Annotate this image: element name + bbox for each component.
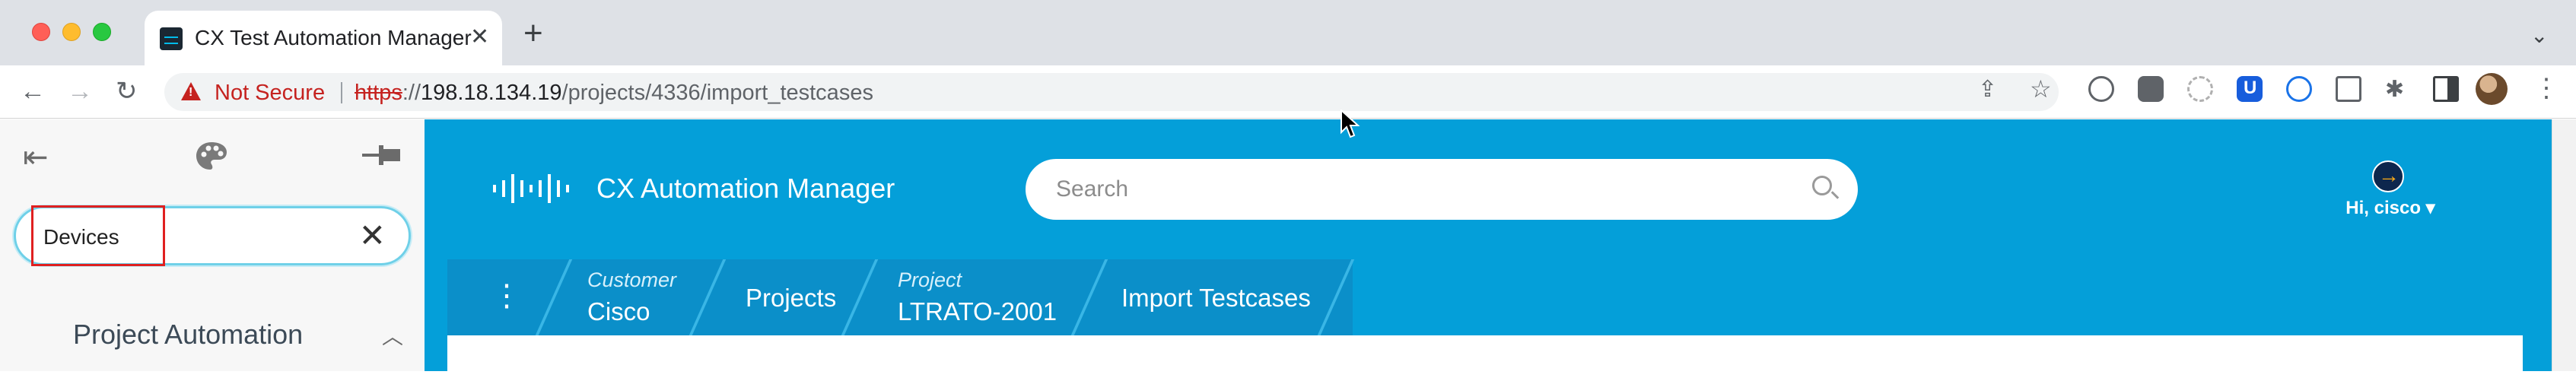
tab-search-chevron-icon[interactable]: ⌄	[2530, 23, 2548, 48]
browser-tab[interactable]: CX Test Automation Manager ✕	[145, 11, 502, 65]
sidebar-section-project-automation[interactable]: Project Automation	[73, 319, 303, 351]
window-zoom-button[interactable]	[93, 23, 111, 41]
breadcrumb-divider	[841, 259, 879, 335]
url-scheme: https	[355, 81, 402, 105]
url-host: 198.18.134.19	[421, 81, 562, 105]
page-scrollbar[interactable]	[2552, 119, 2576, 371]
palette-icon[interactable]	[195, 141, 228, 176]
breadcrumb-project-label: Project	[898, 268, 962, 291]
user-menu[interactable]: Hi, cisco ▾	[2345, 197, 2434, 219]
profile-avatar[interactable]	[2476, 73, 2508, 105]
left-sidebar: ⇤ Devices ✕ Project Automation ︿	[0, 119, 425, 371]
logout-user-icon[interactable]	[2372, 160, 2404, 192]
puzzle-icon[interactable]: ✱	[2385, 76, 2404, 103]
sidebar-search-field[interactable]: Devices ✕	[14, 205, 411, 266]
breadcrumb-customer-label: Customer	[587, 268, 677, 291]
window-minimize-button[interactable]	[62, 23, 81, 41]
app-search-input[interactable]	[1056, 174, 1786, 205]
bitwarden-icon[interactable]	[2237, 76, 2263, 102]
breadcrumb-import-testcases[interactable]: Import Testcases	[1121, 284, 1311, 313]
breadcrumb-projects[interactable]: Projects	[746, 284, 836, 313]
back-button[interactable]: ←	[20, 76, 46, 106]
url-separator: ://	[402, 81, 421, 105]
collapse-sidebar-icon[interactable]: ⇤	[23, 142, 49, 173]
breadcrumb-divider	[1317, 259, 1355, 335]
reload-button[interactable]: ↻	[116, 76, 138, 106]
app-title: CX Automation Manager	[596, 173, 895, 204]
breadcrumb-customer[interactable]: Cisco	[587, 297, 650, 326]
app-search-bar[interactable]	[1026, 159, 1858, 220]
app-header: CX Automation Manager Hi, cisco ▾ ⋮ Cust…	[425, 119, 2552, 381]
screenshot-icon[interactable]	[2336, 76, 2361, 102]
search-icon[interactable]	[1812, 176, 1832, 195]
cisco-logo	[491, 171, 575, 217]
extension-icon[interactable]	[2286, 76, 2312, 102]
warning-icon: !	[181, 82, 201, 100]
cisco-favicon-icon	[160, 27, 183, 50]
tab-close-icon[interactable]: ✕	[470, 24, 489, 50]
extension-icon[interactable]	[2138, 76, 2164, 102]
security-indicator[interactable]: Not Secure	[215, 81, 325, 106]
address-divider	[341, 82, 342, 103]
tab-title: CX Test Automation Manager	[195, 26, 472, 49]
annotation-highlight-box	[31, 205, 165, 266]
forward-button[interactable]: →	[67, 76, 93, 106]
window-close-button[interactable]	[32, 23, 50, 41]
breadcrumb-menu-icon[interactable]: ⋮	[491, 278, 522, 314]
new-tab-button[interactable]: +	[523, 17, 543, 50]
extension-icon[interactable]	[2187, 76, 2213, 102]
extension-icon[interactable]	[2088, 76, 2114, 102]
bookmark-star-icon[interactable]: ☆	[2030, 75, 2052, 103]
address-bar[interactable]: ! Not Secure https://198.18.134.19/proje…	[164, 73, 2059, 111]
clear-search-icon[interactable]: ✕	[359, 219, 386, 252]
browser-tab-strip: CX Test Automation Manager ✕ + ⌄	[0, 0, 2576, 65]
breadcrumb-divider	[1070, 259, 1108, 335]
browser-menu-icon[interactable]: ⋮	[2533, 73, 2559, 103]
content-panel	[447, 335, 2523, 381]
sidepanel-icon[interactable]	[2433, 76, 2459, 102]
chevron-up-icon[interactable]: ︿	[382, 320, 403, 351]
url-path: /projects/4336/import_testcases	[561, 81, 873, 105]
breadcrumb: ⋮ Customer Cisco Projects Project LTRATO…	[447, 259, 1355, 335]
share-icon[interactable]: ⇪	[1978, 76, 1997, 103]
breadcrumb-project[interactable]: LTRATO-2001	[898, 297, 1057, 326]
url-text[interactable]: https://198.18.134.19/projects/4336/impo…	[355, 81, 873, 106]
breadcrumb-divider	[689, 259, 727, 335]
pin-icon[interactable]	[362, 142, 400, 174]
breadcrumb-divider	[535, 259, 573, 335]
